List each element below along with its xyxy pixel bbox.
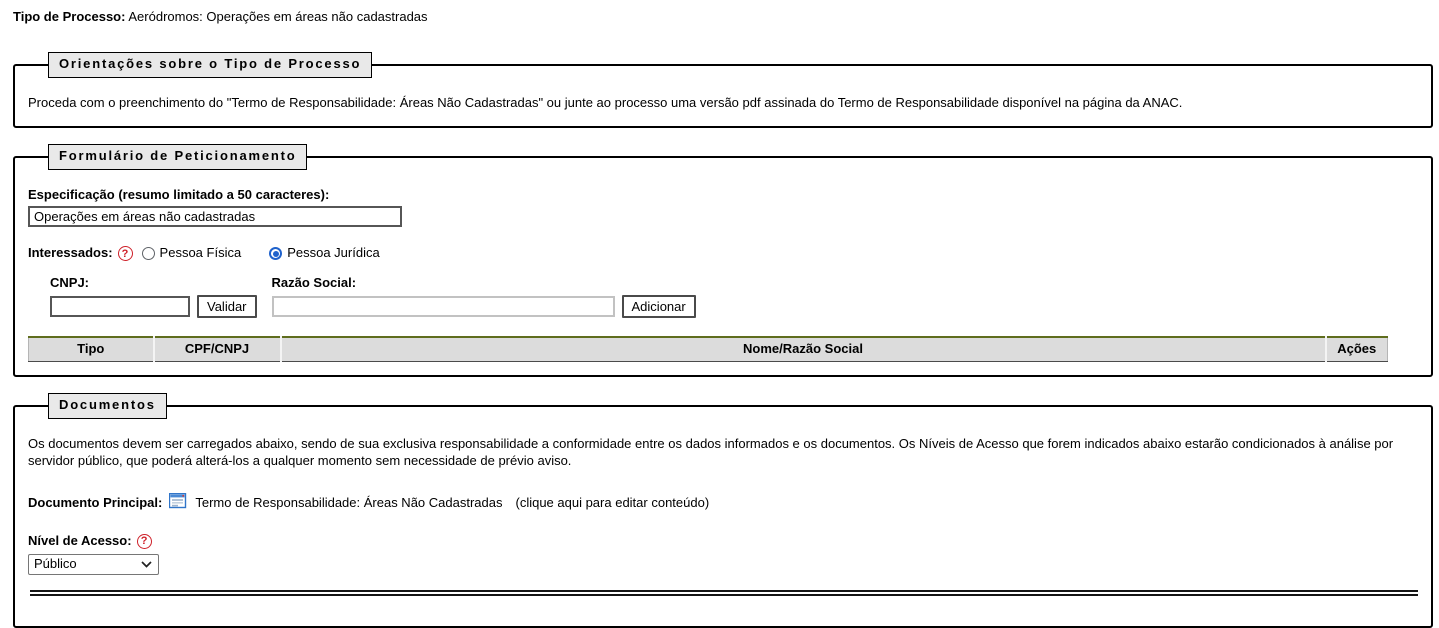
documento-principal-link[interactable]: Termo de Responsabilidade: Áreas Não Cad…: [169, 493, 709, 514]
col-header-tipo: Tipo: [29, 337, 154, 361]
documento-principal-label: Documento Principal:: [28, 495, 162, 512]
peticionamento-legend: Formulário de Peticionamento: [48, 144, 307, 170]
radio-pessoa-fisica[interactable]: [142, 247, 155, 260]
documentos-text: Os documentos devem ser carregados abaix…: [28, 436, 1418, 470]
chevron-down-icon: [141, 556, 152, 573]
documento-principal-edit-hint: (clique aqui para editar conteúdo): [515, 495, 709, 512]
orientacoes-text: Proceda com o preenchimento do "Termo de…: [28, 95, 1418, 112]
col-header-acoes: Ações: [1326, 337, 1388, 361]
validar-button[interactable]: Validar: [197, 295, 257, 318]
documento-principal-name: Termo de Responsabilidade: Áreas Não Cad…: [195, 495, 502, 512]
process-type-label: Tipo de Processo:: [13, 9, 125, 24]
cnpj-field-group: CNPJ: Validar: [50, 275, 257, 318]
documentos-legend: Documentos: [48, 393, 167, 419]
documents-table-top-border: [30, 590, 1418, 596]
documentos-fieldset: Documentos Os documentos devem ser carre…: [13, 393, 1433, 627]
radio-pessoa-juridica[interactable]: [269, 247, 282, 260]
orientacoes-fieldset: Orientações sobre o Tipo de Processo Pro…: [13, 52, 1433, 128]
razao-social-input[interactable]: [272, 296, 615, 317]
interessados-table: Tipo CPF/CNPJ Nome/Razão Social Ações: [28, 336, 1388, 362]
document-editor-icon: [169, 493, 187, 514]
cnpj-label: CNPJ:: [50, 275, 257, 292]
razao-social-label: Razão Social:: [272, 275, 696, 292]
interessados-help-icon[interactable]: ?: [118, 246, 133, 261]
radio-pessoa-juridica-label[interactable]: Pessoa Jurídica: [287, 245, 380, 262]
col-header-cpf-cnpj: CPF/CNPJ: [154, 337, 281, 361]
adicionar-button[interactable]: Adicionar: [622, 295, 696, 318]
nivel-acesso-help-icon[interactable]: ?: [137, 534, 152, 549]
razao-social-field-group: Razão Social: Adicionar: [272, 275, 696, 318]
cnpj-input[interactable]: [50, 296, 190, 317]
interessados-label: Interessados:: [28, 245, 113, 262]
nivel-acesso-selected-value: Público: [34, 556, 77, 573]
process-type-line: Tipo de Processo: Aeródromos: Operações …: [13, 9, 1433, 26]
orientacoes-legend: Orientações sobre o Tipo de Processo: [48, 52, 372, 78]
interessados-table-header-row: Tipo CPF/CNPJ Nome/Razão Social Ações: [29, 337, 1388, 361]
process-type-value: Aeródromos: Operações em áreas não cadas…: [128, 9, 427, 24]
peticionamento-fieldset: Formulário de Peticionamento Especificaç…: [13, 144, 1433, 377]
radio-pessoa-fisica-label[interactable]: Pessoa Física: [160, 245, 242, 262]
especificacao-label: Especificação (resumo limitado a 50 cara…: [28, 187, 1418, 204]
col-header-nome-razao-social: Nome/Razão Social: [281, 337, 1326, 361]
especificacao-input[interactable]: [28, 206, 402, 227]
nivel-acesso-select[interactable]: Público: [28, 554, 159, 575]
nivel-acesso-label: Nível de Acesso:: [28, 533, 132, 550]
